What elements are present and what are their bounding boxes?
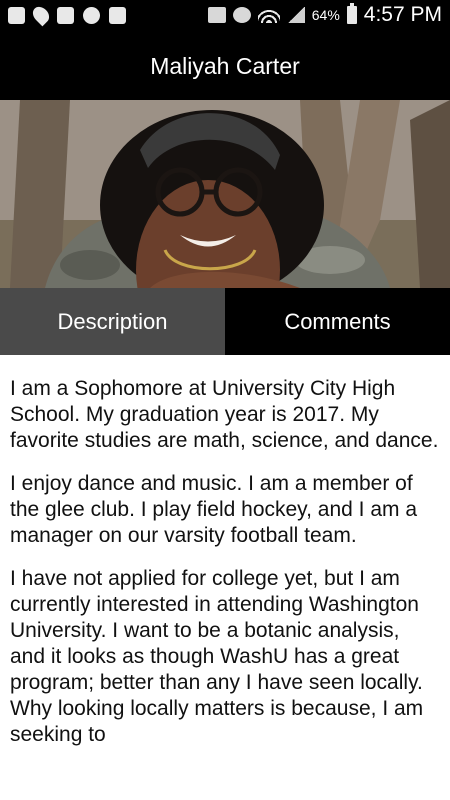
notification-icons (8, 3, 126, 27)
plus-box-icon (8, 6, 25, 24)
description-paragraph: I enjoy dance and music. I am a member o… (10, 472, 418, 547)
clock: 4:57 PM (363, 3, 442, 26)
signal-icon (286, 7, 305, 23)
profile-photo (0, 100, 450, 288)
battery-icon (346, 3, 357, 24)
instagram-icon (57, 6, 74, 24)
description-paragraph: I am a Sophomore at University City High… (10, 377, 439, 452)
tab-description[interactable]: Description (0, 288, 225, 355)
page-title: Maliyah Carter (150, 53, 300, 79)
location-pin-icon (29, 3, 53, 27)
wifi-icon (257, 7, 280, 23)
tab-description-label: Description (57, 308, 168, 334)
description-paragraph: I have not applied for college yet, but … (10, 567, 424, 746)
alarm-icon (232, 7, 251, 23)
tab-comments[interactable]: Comments (225, 288, 450, 355)
flipboard-icon (109, 6, 126, 24)
check-cloud-icon (83, 6, 100, 24)
tab-comments-label: Comments (284, 308, 391, 334)
app-bar: Maliyah Carter (0, 32, 450, 100)
profile-photo-illustration (0, 100, 450, 288)
battery-percentage: 64% (311, 7, 340, 23)
description-content[interactable]: I am a Sophomore at University City High… (0, 355, 450, 800)
system-icons: 64% 4:57 PM (207, 3, 442, 27)
mute-icon (207, 7, 226, 23)
status-bar: 64% 4:57 PM (0, 0, 450, 32)
tab-bar: Description Comments (0, 288, 450, 355)
